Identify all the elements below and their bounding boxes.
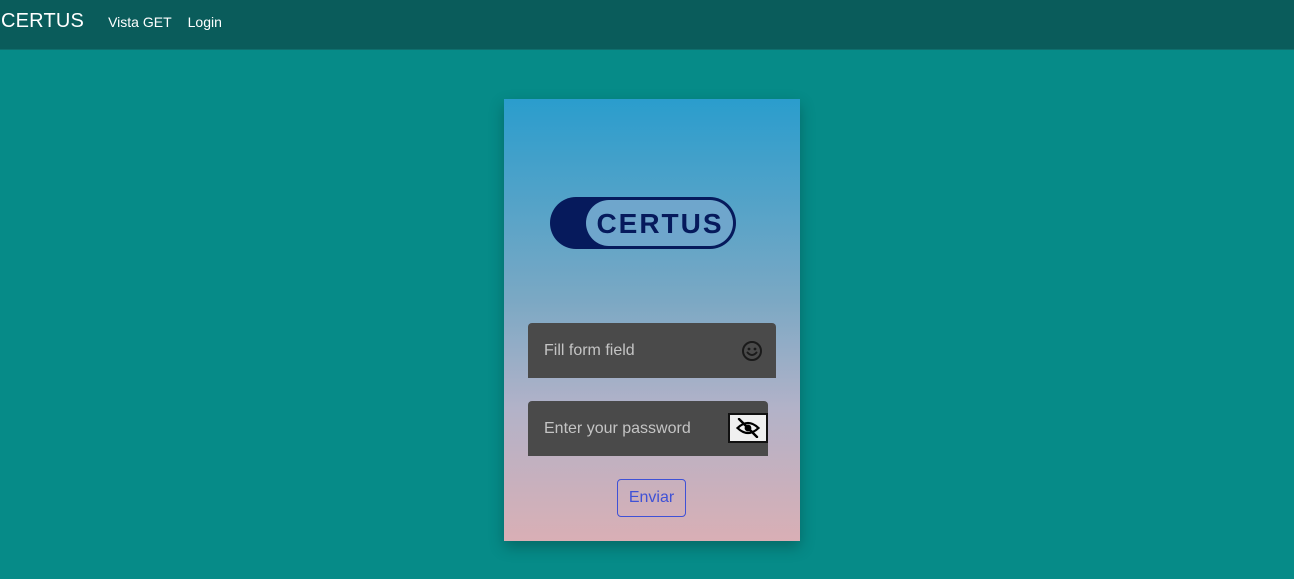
certus-logo: CERTUS — [550, 197, 736, 249]
toggle-password-visibility-button[interactable] — [728, 413, 768, 443]
smile-icon — [742, 341, 762, 361]
login-card: CERTUS Enviar — [504, 99, 800, 541]
eye-off-icon — [736, 418, 760, 438]
nav-link-vista-get[interactable]: Vista GET — [108, 14, 172, 30]
username-field — [528, 323, 776, 378]
nav-link-login[interactable]: Login — [188, 14, 222, 30]
submit-button[interactable]: Enviar — [617, 479, 686, 517]
brand-title[interactable]: CERTUS — [1, 10, 84, 33]
password-field — [528, 401, 768, 456]
top-navbar: CERTUS Vista GET Login — [0, 0, 1294, 50]
username-input[interactable] — [528, 323, 776, 378]
logo-text: CERTUS — [596, 208, 723, 239]
